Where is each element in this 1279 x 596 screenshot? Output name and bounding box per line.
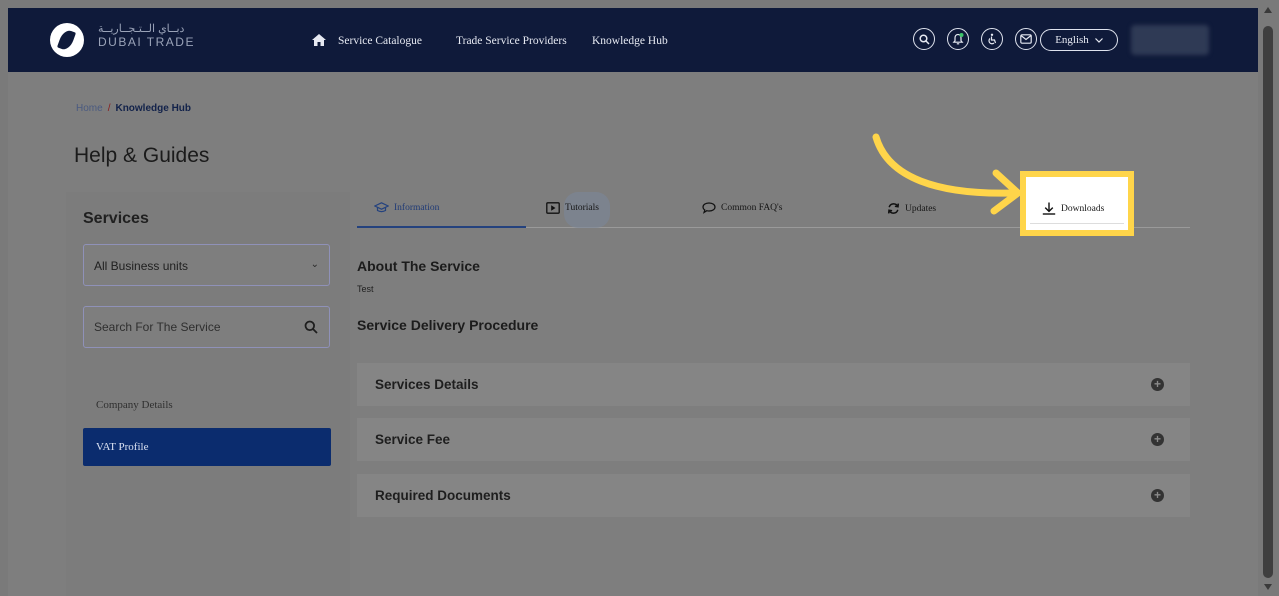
nav-knowledge-hub[interactable]: Knowledge Hub (592, 35, 668, 47)
tab-label: Downloads (1061, 203, 1105, 214)
tab-common-faqs[interactable]: Common FAQ's (702, 202, 782, 214)
breadcrumb-separator: / (107, 103, 111, 114)
logo-text: DUBAI TRADE (98, 35, 195, 49)
nav-trade-service-providers[interactable]: Trade Service Providers (456, 35, 567, 47)
page-scrollbar[interactable] (1258, 0, 1279, 596)
graduation-cap-icon (374, 202, 389, 213)
home-icon[interactable] (312, 34, 326, 46)
business-units-select[interactable]: All Business units ⌄ (83, 244, 330, 286)
tab-label: Common FAQ's (721, 203, 783, 213)
language-label: English (1055, 34, 1089, 46)
logo-arabic-text: دبــاي الــتـجــاريــة (98, 23, 185, 35)
scroll-down-arrow-icon[interactable] (1264, 584, 1272, 590)
plus-icon[interactable]: + (1151, 433, 1164, 446)
services-heading: Services (83, 210, 149, 227)
plus-icon[interactable]: + (1151, 489, 1164, 502)
accessibility-button[interactable] (981, 28, 1003, 50)
service-search-placeholder: Search For The Service (94, 320, 221, 334)
accessibility-icon (988, 33, 997, 45)
sidebar-item-company-details[interactable]: Company Details (96, 399, 173, 411)
accordion-service-fee[interactable]: Service Fee + (357, 418, 1190, 461)
accordion-label: Services Details (375, 377, 479, 392)
video-play-icon (546, 202, 560, 214)
chevron-down-icon: ⌄ (310, 259, 319, 270)
nav-service-catalogue[interactable]: Service Catalogue (338, 35, 422, 47)
business-units-value: All Business units (94, 259, 189, 273)
tab-information[interactable]: Information (374, 202, 439, 213)
sidebar-item-vat-profile[interactable]: VAT Profile (83, 428, 331, 466)
active-tab-indicator (357, 226, 526, 228)
service-search-input[interactable]: Search For The Service (83, 306, 330, 348)
sidebar-item-label: VAT Profile (96, 441, 149, 453)
dubai-trade-logo-icon[interactable] (50, 23, 84, 57)
logo-mark (56, 28, 77, 52)
accordion-label: Required Documents (375, 488, 511, 503)
breadcrumb-home[interactable]: Home (76, 103, 103, 114)
scrollbar-thumb[interactable] (1263, 26, 1273, 578)
top-navbar: دبــاي الــتـجــاريــة DUBAI TRADE Servi… (8, 8, 1258, 72)
tab-underline (1030, 223, 1124, 224)
tab-tutorials[interactable]: Tutorials (546, 202, 599, 214)
breadcrumb: Home / Knowledge Hub (76, 103, 191, 114)
plus-icon[interactable]: + (1151, 378, 1164, 391)
user-profile-blurred[interactable] (1131, 25, 1209, 55)
accordion-label: Service Fee (375, 432, 451, 447)
tab-label: Tutorials (565, 203, 599, 213)
notifications-button[interactable] (947, 28, 969, 50)
language-select[interactable]: English (1040, 29, 1118, 51)
about-heading: About The Service (357, 258, 480, 274)
accordion-required-documents[interactable]: Required Documents + (357, 474, 1190, 517)
bell-icon (952, 33, 964, 45)
page-title: Help & Guides (74, 144, 210, 167)
breadcrumb-current: Knowledge Hub (115, 103, 192, 114)
chevron-down-icon (1094, 37, 1103, 43)
chat-bubble-icon (702, 202, 716, 214)
tab-label: Information (394, 202, 440, 213)
tab-downloads[interactable]: Downloads (1042, 202, 1104, 215)
annotation-arrow (872, 133, 1022, 215)
download-icon (1042, 202, 1056, 215)
search-icon (918, 33, 930, 45)
search-icon[interactable] (304, 320, 318, 334)
search-button[interactable] (913, 28, 935, 50)
about-text: Test (357, 284, 374, 294)
messages-button[interactable] (1015, 28, 1037, 50)
page: دبــاي الــتـجــاريــة DUBAI TRADE Servi… (8, 8, 1258, 596)
accordion-services-details[interactable]: Services Details + (357, 363, 1190, 406)
procedure-heading: Service Delivery Procedure (357, 317, 539, 333)
mail-icon (1020, 34, 1032, 44)
scroll-up-arrow-icon[interactable] (1264, 7, 1272, 13)
